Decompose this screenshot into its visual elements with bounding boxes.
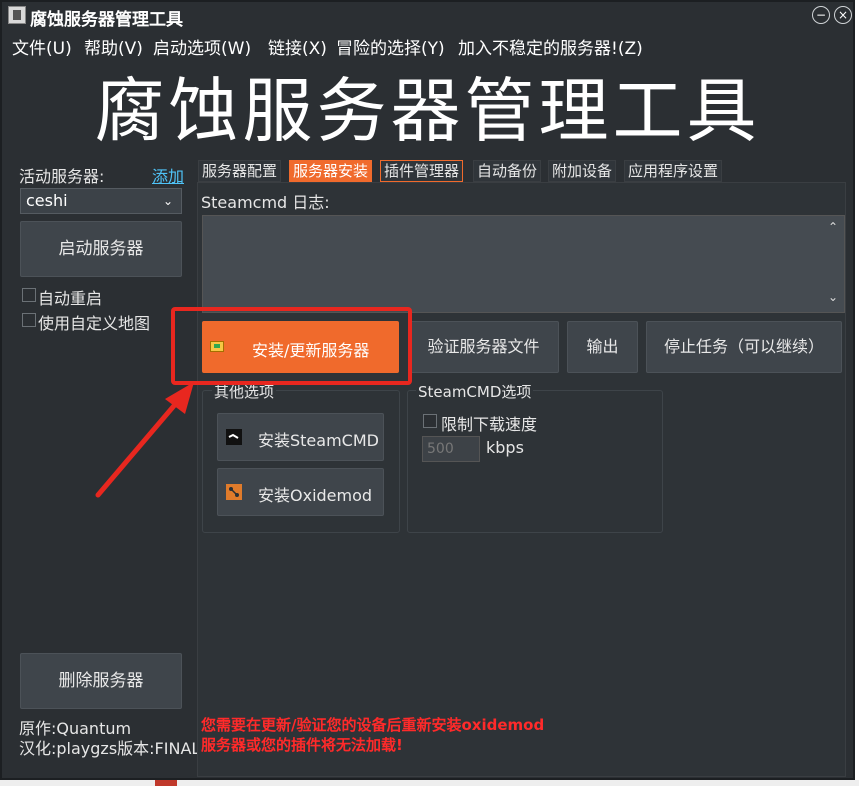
tab-server-install[interactable]: 服务器安装 bbox=[289, 160, 373, 182]
warning-text-line2: 服务器或您的插件将无法加载! bbox=[201, 736, 403, 754]
credit-translation: 汉化:playgzs版本:FINAL bbox=[19, 739, 201, 758]
chevron-down-icon: ⌄ bbox=[162, 194, 173, 208]
steamcmd-log-label: Steamcmd 日志: bbox=[201, 193, 330, 212]
limit-speed-checkbox[interactable] bbox=[423, 414, 437, 428]
install-oxidemod-button[interactable]: 安装Oxidemod bbox=[217, 468, 384, 516]
install-steamcmd-label: 安装SteamCMD bbox=[258, 431, 379, 450]
speed-limit-input[interactable]: 500 bbox=[422, 436, 480, 462]
custom-map-label: 使用自定义地图 bbox=[38, 314, 151, 333]
app-icon bbox=[8, 6, 26, 24]
menu-launch-options[interactable]: 启动选项(W) bbox=[153, 34, 251, 59]
limit-speed-label: 限制下载速度 bbox=[441, 415, 538, 434]
log-scrollbar[interactable]: ⌃ ⌄ bbox=[824, 216, 844, 312]
steamcmd-icon bbox=[226, 429, 242, 445]
warning-text-line1: 您需要在更新/验证您的设备后重新安装oxidemod bbox=[201, 716, 545, 734]
app-window: 腐蚀服务器管理工具 − × 文件(U) 帮助(V) 启动选项(W) 链接(X) … bbox=[0, 0, 855, 780]
window-title: 腐蚀服务器管理工具 bbox=[30, 10, 183, 30]
menu-file[interactable]: 文件(U) bbox=[12, 34, 72, 59]
active-server-label: 活动服务器: bbox=[19, 167, 105, 186]
start-server-button[interactable]: 启动服务器 bbox=[20, 221, 182, 277]
tab-attachments[interactable]: 附加设备 bbox=[548, 160, 617, 182]
oxidemod-icon bbox=[226, 484, 242, 500]
banner-title: 腐蚀服务器管理工具 bbox=[94, 70, 761, 152]
menu-help[interactable]: 帮助(V) bbox=[84, 34, 143, 59]
speed-unit-label: kbps bbox=[486, 438, 524, 457]
background-fragment bbox=[155, 780, 177, 786]
add-server-link[interactable]: 添加 bbox=[152, 163, 184, 187]
verify-files-button[interactable]: 验证服务器文件 bbox=[408, 321, 559, 373]
install-steamcmd-button[interactable]: 安装SteamCMD bbox=[217, 413, 384, 461]
steamcmd-log-area[interactable]: ⌃ ⌄ bbox=[202, 215, 845, 313]
steamcmd-options-title: SteamCMD选项 bbox=[416, 381, 534, 402]
menu-risky-choices[interactable]: 冒险的选择(Y) bbox=[336, 34, 445, 59]
output-button[interactable]: 输出 bbox=[567, 321, 638, 373]
tab-server-config[interactable]: 服务器配置 bbox=[198, 160, 282, 182]
menu-unstable-servers[interactable]: 加入不稳定的服务器!(Z) bbox=[458, 34, 643, 59]
stop-task-button[interactable]: 停止任务（可以继续） bbox=[646, 321, 842, 373]
auto-restart-label: 自动重启 bbox=[38, 289, 103, 308]
menu-bar: 文件(U) 帮助(V) 启动选项(W) 链接(X) 冒险的选择(Y) 加入不稳定… bbox=[2, 34, 853, 59]
minimize-button[interactable]: − bbox=[812, 6, 830, 24]
tab-auto-backup[interactable]: 自动备份 bbox=[473, 160, 542, 182]
auto-restart-checkbox[interactable] bbox=[22, 288, 36, 302]
tab-plugin-manager[interactable]: 插件管理器 bbox=[380, 160, 464, 182]
install-oxidemod-label: 安装Oxidemod bbox=[258, 486, 373, 505]
desktop-background bbox=[0, 780, 859, 786]
tab-app-settings[interactable]: 应用程序设置 bbox=[624, 160, 723, 182]
menu-links[interactable]: 链接(X) bbox=[268, 34, 327, 59]
title-bar: 腐蚀服务器管理工具 − × bbox=[2, 2, 853, 30]
annotation-highlight-box bbox=[171, 307, 412, 385]
close-button[interactable]: × bbox=[834, 6, 852, 24]
custom-map-checkbox[interactable] bbox=[22, 313, 36, 327]
delete-server-button[interactable]: 删除服务器 bbox=[20, 653, 182, 709]
scroll-down-icon[interactable]: ⌄ bbox=[828, 290, 838, 304]
server-select[interactable]: ceshi ⌄ bbox=[20, 188, 182, 214]
scroll-up-icon[interactable]: ⌃ bbox=[828, 220, 838, 234]
server-select-value: ceshi bbox=[26, 191, 68, 210]
